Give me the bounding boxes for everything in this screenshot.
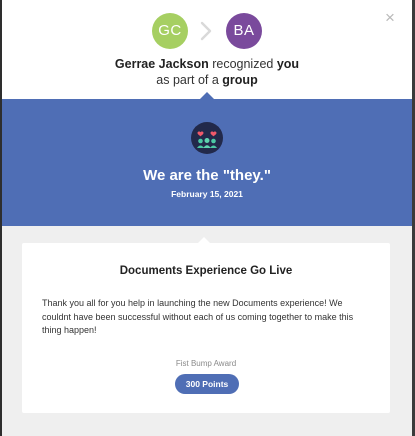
group-text: group <box>222 73 258 87</box>
points-badge: 300 Points <box>175 374 239 394</box>
recognition-card: Documents Experience Go Live Thank you a… <box>22 237 390 413</box>
receiver-avatar[interactable]: BA <box>226 13 262 49</box>
card-title: Documents Experience Go Live <box>119 265 293 277</box>
award-type-label: Fist Bump Award <box>175 359 237 368</box>
recognition-message: Thank you all for you help in launching … <box>42 298 354 335</box>
recognition-summary-line2: as part of a group <box>2 72 412 88</box>
as-part-of-text: as part of a <box>156 73 219 87</box>
card-pointer <box>198 237 210 243</box>
avatar-row: GC BA <box>2 13 412 49</box>
banner-pointer <box>200 92 214 99</box>
recognition-modal: × GC BA Gerrae Jackson recognized you as… <box>2 0 412 436</box>
recognition-summary-line1: Gerrae Jackson recognized you <box>2 56 412 72</box>
you-text: you <box>276 57 300 71</box>
recognition-title: We are the "they." <box>143 167 271 184</box>
group-hearts-icon <box>191 122 223 154</box>
giver-name[interactable]: Gerrae Jackson <box>115 57 209 71</box>
giver-avatar[interactable]: GC <box>152 13 188 49</box>
recognized-text: recognized <box>212 57 274 71</box>
recognition-date: February 15, 2021 <box>171 189 243 199</box>
recognition-header: × GC BA Gerrae Jackson recognized you as… <box>2 0 412 99</box>
chevron-right-icon <box>200 21 212 41</box>
recognition-banner: We are the "they." February 15, 2021 <box>2 92 412 226</box>
